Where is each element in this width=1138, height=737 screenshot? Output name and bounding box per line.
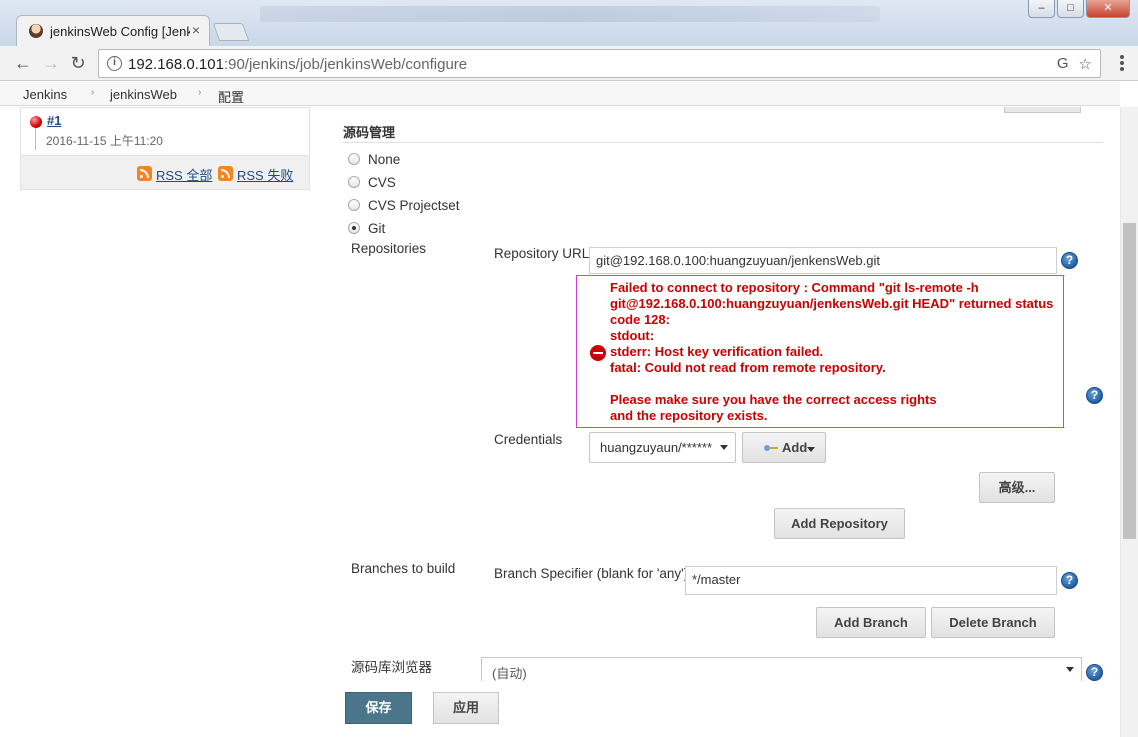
tab-close-icon[interactable]: × — [192, 22, 200, 38]
rss-icon — [218, 166, 233, 181]
build-history-entry: #1 2016-11-15 上午11:20 — [21, 108, 309, 156]
delete-branch-button[interactable]: Delete Branch — [931, 607, 1055, 638]
branches-to-build-label: Branches to build — [351, 561, 456, 576]
repository-url-input[interactable]: git@192.168.0.100:huangzuyuan/jenkensWeb… — [589, 247, 1057, 274]
bottom-action-bar — [0, 682, 1120, 737]
blurred-bookmarks-area — [260, 6, 880, 22]
breadcrumb-separator-icon: › — [91, 87, 95, 98]
build-date: 2016-11-15 上午11:20 — [46, 134, 163, 148]
build-link[interactable]: #1 — [47, 113, 61, 128]
tab-title: jenkinsWeb Config [Jenkins] — [50, 24, 190, 39]
url-text[interactable]: 192.168.0.101:90/jenkins/job/jenkinsWeb/… — [128, 56, 467, 73]
credentials-select[interactable]: huangzuyaun/****** — [589, 432, 736, 463]
radio-cvs[interactable] — [348, 176, 360, 188]
radio-label-cvs-projectset: CVS Projectset — [368, 198, 460, 213]
forward-arrow-icon[interactable]: → — [40, 53, 62, 75]
add-repository-button[interactable]: Add Repository — [774, 508, 905, 539]
error-icon — [590, 345, 606, 361]
chevron-down-icon — [720, 445, 728, 450]
timeline-line — [35, 128, 36, 150]
credentials-value: huangzuyaun/****** — [600, 440, 713, 455]
new-tab-button[interactable] — [212, 23, 250, 41]
top-button-edge[interactable] — [1004, 107, 1081, 113]
url-path: :90/jenkins/job/jenkinsWeb/configure — [223, 56, 468, 73]
section-divider — [343, 142, 1103, 143]
repository-url-label: Repository URL — [494, 246, 590, 261]
maximize-button[interactable]: □ — [1057, 0, 1084, 18]
browser-tab-active[interactable]: jenkinsWeb Config [Jenkins] × — [16, 15, 210, 46]
branch-specifier-input[interactable]: */master — [685, 566, 1057, 595]
key-icon — [764, 445, 778, 451]
save-button[interactable]: 保存 — [345, 692, 412, 724]
browser-titlebar: jenkinsWeb Config [Jenkins] × – □ ✕ — [0, 0, 1138, 46]
breadcrumb: Jenkins › jenkinsWeb › 配置 — [0, 82, 1120, 106]
help-icon[interactable]: ? — [1086, 664, 1103, 681]
help-icon[interactable]: ? — [1061, 572, 1078, 589]
repositories-label: Repositories — [351, 241, 427, 256]
reload-icon[interactable]: ↻ — [67, 53, 89, 75]
rss-failed-link[interactable]: RSS 失败 — [237, 165, 293, 184]
minimize-button[interactable]: – — [1028, 0, 1055, 18]
omnibox-actions: G ☆ — [1057, 55, 1092, 73]
radio-cvs-projectset[interactable] — [348, 199, 360, 211]
help-icon[interactable]: ? — [1061, 252, 1078, 269]
section-title-scm: 源码管理 — [343, 125, 396, 140]
rss-icon — [137, 166, 152, 181]
window-controls: – □ ✕ — [1028, 0, 1130, 18]
apply-button[interactable]: 应用 — [433, 692, 499, 724]
bookmark-star-icon[interactable]: ☆ — [1079, 55, 1092, 73]
back-arrow-icon[interactable]: ← — [12, 53, 34, 75]
repo-browser-value: (自动) — [492, 666, 527, 681]
radio-label-git: Git — [368, 221, 386, 236]
radio-none[interactable] — [348, 153, 360, 165]
add-branch-button[interactable]: Add Branch — [816, 607, 926, 638]
breadcrumb-jenkinsweb[interactable]: jenkinsWeb — [110, 87, 177, 102]
caret-down-icon — [807, 447, 815, 452]
close-window-button[interactable]: ✕ — [1086, 0, 1130, 18]
breadcrumb-jenkins[interactable]: Jenkins — [23, 87, 67, 102]
credentials-label: Credentials — [494, 432, 563, 447]
address-bar[interactable]: i 192.168.0.101:90/jenkins/job/jenkinsWe… — [98, 49, 1101, 78]
chevron-down-icon — [1066, 667, 1074, 672]
breadcrumb-configure[interactable]: 配置 — [218, 87, 244, 106]
add-credentials-button[interactable]: Add — [742, 432, 826, 463]
radio-git[interactable] — [348, 222, 360, 234]
jenkins-favicon-icon — [29, 24, 43, 38]
rss-all-link[interactable]: RSS 全部 — [156, 165, 212, 184]
browser-menu-icon[interactable] — [1120, 55, 1124, 71]
repository-error-message: Failed to connect to repository : Comman… — [610, 280, 1054, 423]
repo-browser-label: 源码库浏览器 — [351, 660, 432, 675]
repo-browser-select[interactable]: (自动) — [481, 657, 1082, 681]
translate-icon[interactable]: G — [1057, 55, 1069, 73]
page-scrollbar[interactable] — [1120, 107, 1138, 737]
url-host: 192.168.0.101 — [128, 56, 224, 73]
branch-specifier-label: Branch Specifier (blank for 'any') — [494, 566, 689, 581]
browser-toolbar: ← → ↻ i 192.168.0.101:90/jenkins/job/jen… — [0, 46, 1138, 81]
add-credentials-label: Add — [782, 440, 808, 455]
scrollbar-thumb[interactable] — [1123, 223, 1136, 539]
advanced-button[interactable]: 高级... — [979, 472, 1055, 503]
radio-label-cvs: CVS — [368, 175, 396, 190]
help-icon[interactable]: ? — [1086, 387, 1103, 404]
repository-error-box: Failed to connect to repository : Comman… — [576, 275, 1064, 428]
page-info-icon[interactable]: i — [107, 56, 122, 71]
failed-status-ball-icon — [30, 116, 42, 128]
radio-label-none: None — [368, 152, 401, 167]
build-history-panel: #1 2016-11-15 上午11:20 RSS 全部 RSS 失败 — [20, 107, 310, 190]
breadcrumb-separator-icon: › — [198, 87, 202, 98]
